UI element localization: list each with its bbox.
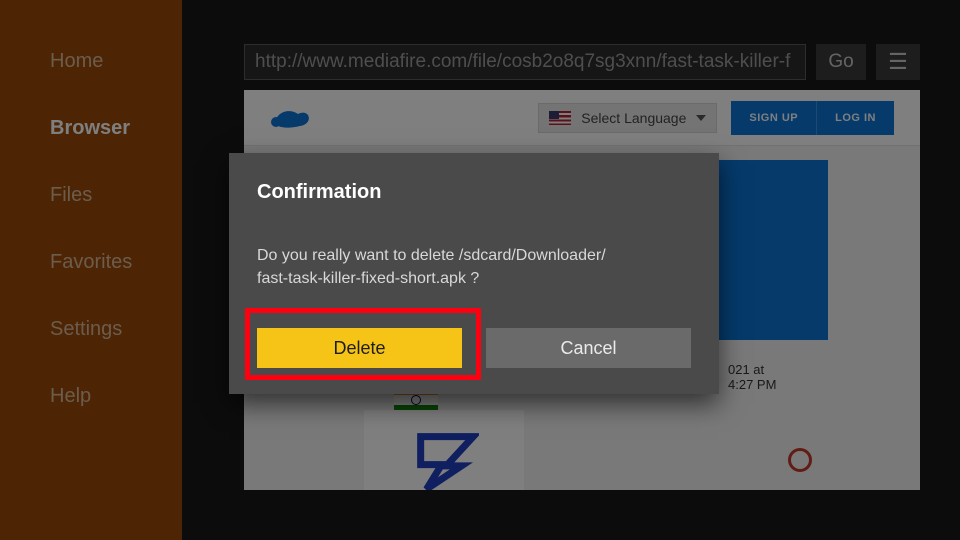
confirmation-dialog: Confirmation Do you really want to delet…	[229, 153, 719, 394]
cancel-button[interactable]: Cancel	[486, 328, 691, 368]
delete-button[interactable]: Delete	[257, 328, 462, 368]
dialog-message: Do you really want to delete /sdcard/Dow…	[257, 244, 691, 290]
dialog-title: Confirmation	[257, 181, 691, 204]
